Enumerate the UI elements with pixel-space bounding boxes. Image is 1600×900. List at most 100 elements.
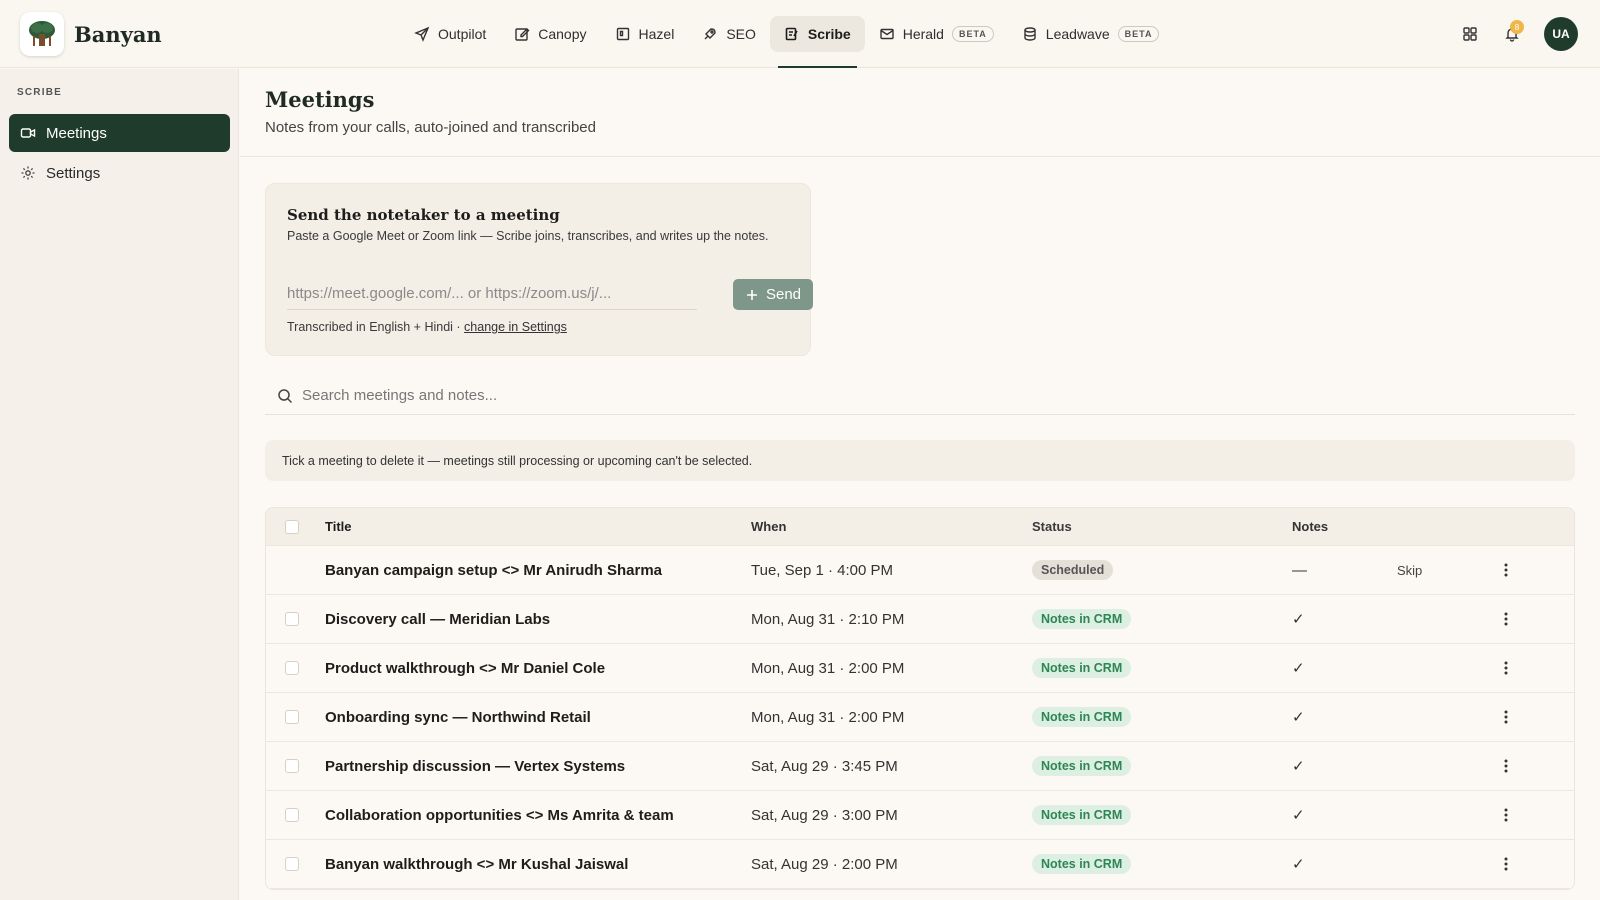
meeting-when: Sat, Aug 29 · 3:00 PM — [751, 806, 898, 824]
language-text: Transcribed in English + Hindi · — [287, 320, 465, 334]
send-icon — [414, 26, 430, 42]
header-when: When — [751, 519, 787, 534]
top-bar: Banyan Outpilot Canopy Hazel SEO Scribe … — [0, 0, 1600, 68]
nav-outpilot[interactable]: Outpilot — [400, 16, 500, 52]
beta-badge: BETA — [951, 26, 994, 42]
notes-indicator: ✓ — [1292, 611, 1305, 628]
row-checkbox[interactable] — [285, 661, 299, 675]
mail-icon — [880, 28, 894, 40]
status-cell: Notes in CRM — [1032, 805, 1132, 825]
sidebar: SCRIBE Meetings Settings — [0, 69, 239, 900]
status-cell: Notes in CRM — [1032, 854, 1132, 874]
note-icon — [785, 27, 798, 41]
sidebar-item-settings[interactable]: Settings — [9, 154, 230, 192]
status-badge: Notes in CRM — [1032, 609, 1132, 629]
meeting-title[interactable]: Partnership discussion — Vertex Systems — [325, 758, 625, 775]
nav-label: Scribe — [807, 26, 851, 42]
brand[interactable]: Banyan — [20, 12, 162, 56]
table-row[interactable]: Onboarding sync — Northwind Retail Mon, A… — [266, 693, 1574, 742]
row-checkbox[interactable] — [285, 808, 299, 822]
row-menu-button[interactable] — [1496, 854, 1516, 874]
meeting-when: Mon, Aug 31 · 2:00 PM — [751, 708, 905, 726]
apps-grid-button[interactable] — [1452, 16, 1488, 52]
page-title: Meetings — [265, 87, 375, 112]
meeting-title[interactable]: Collaboration opportunities <> Ms Amrita… — [325, 807, 674, 824]
table-row[interactable]: Banyan campaign setup <> Mr Anirudh Shar… — [266, 546, 1574, 595]
send-button[interactable]: Send — [733, 279, 813, 310]
gear-icon — [21, 166, 35, 180]
search-bar — [265, 377, 1575, 415]
meeting-link-input[interactable] — [287, 278, 697, 310]
more-vertical-icon — [1504, 661, 1508, 675]
table-row[interactable]: Partnership discussion — Vertex Systems S… — [266, 742, 1574, 791]
row-checkbox[interactable] — [285, 710, 299, 724]
notifications-button[interactable]: 8 — [1494, 16, 1530, 52]
row-checkbox[interactable] — [285, 612, 299, 626]
status-badge: Notes in CRM — [1032, 854, 1132, 874]
nav-label: Canopy — [538, 26, 587, 42]
meeting-title[interactable]: Product walkthrough <> Mr Daniel Cole — [325, 660, 605, 677]
nav-label: Hazel — [638, 26, 675, 42]
meeting-title[interactable]: Banyan campaign setup <> Mr Anirudh Shar… — [325, 562, 662, 579]
row-menu-button[interactable] — [1496, 756, 1516, 776]
select-all-checkbox[interactable] — [285, 519, 299, 534]
plus-icon — [746, 289, 757, 300]
database-icon — [1024, 27, 1036, 41]
sidebar-item-meetings[interactable]: Meetings — [9, 114, 230, 152]
top-right-actions: 8 UA — [1446, 16, 1578, 52]
row-menu-button[interactable] — [1496, 707, 1516, 727]
rocket-icon — [704, 28, 717, 40]
skip-button[interactable]: Skip — [1397, 563, 1422, 578]
meeting-title[interactable]: Discovery call — Meridian Labs — [325, 611, 550, 628]
user-avatar[interactable]: UA — [1544, 17, 1578, 51]
meeting-title[interactable]: Banyan walkthrough <> Mr Kushal Jaiswal — [325, 856, 628, 873]
table-row[interactable]: Collaboration opportunities <> Ms Amrita… — [266, 791, 1574, 840]
table-row[interactable]: Product walkthrough <> Mr Daniel Cole Mon… — [266, 644, 1574, 693]
nav-label: Herald — [902, 26, 944, 42]
meeting-when: Tue, Sep 1 · 4:00 PM — [751, 561, 894, 579]
search-input[interactable] — [302, 387, 1502, 404]
nav-canopy[interactable]: Canopy — [500, 16, 600, 52]
header-status: Status — [1032, 519, 1072, 534]
table-header: Title When Status Notes — [266, 508, 1574, 546]
notes-indicator: ✓ — [1292, 709, 1305, 726]
nav-herald[interactable]: Herald BETA — [865, 16, 1008, 52]
beta-badge: BETA — [1117, 26, 1160, 42]
row-menu-button[interactable] — [1496, 609, 1516, 629]
nav-scribe[interactable]: Scribe — [769, 16, 865, 68]
brand-name: Banyan — [74, 21, 162, 47]
row-checkbox[interactable] — [285, 759, 299, 773]
grid-icon — [1463, 27, 1477, 41]
nav-seo[interactable]: SEO — [688, 16, 770, 52]
notetaker-title: Send the notetaker to a meeting — [287, 206, 560, 224]
table-row[interactable]: Banyan walkthrough <> Mr Kushal Jaiswal S… — [266, 840, 1574, 889]
row-menu-button[interactable] — [1496, 560, 1516, 580]
page-header: Meetings Notes from your calls, auto-joi… — [240, 69, 1600, 157]
search-icon — [278, 388, 293, 403]
status-badge: Notes in CRM — [1032, 658, 1132, 678]
delete-hint: Tick a meeting to delete it — meetings s… — [265, 440, 1575, 481]
status-cell: Notes in CRM — [1032, 609, 1132, 629]
nav-label: Leadwave — [1045, 26, 1110, 42]
notes-indicator: ✓ — [1292, 856, 1305, 873]
row-checkbox[interactable] — [285, 857, 299, 871]
nav-hazel[interactable]: Hazel — [601, 16, 689, 52]
header-title: Title — [325, 519, 352, 534]
row-menu-button[interactable] — [1496, 805, 1516, 825]
notes-indicator: ✓ — [1292, 758, 1305, 775]
meeting-title[interactable]: Onboarding sync — Northwind Retail — [325, 709, 591, 726]
language-note: Transcribed in English + Hindi · change … — [287, 320, 567, 334]
meeting-when: Mon, Aug 31 · 2:00 PM — [751, 659, 905, 677]
video-icon — [20, 128, 36, 138]
more-vertical-icon — [1504, 563, 1508, 577]
notification-count: 8 — [1510, 20, 1524, 34]
change-settings-link[interactable]: change in Settings — [464, 320, 567, 334]
send-label: Send — [765, 286, 802, 303]
nav-leadwave[interactable]: Leadwave BETA — [1008, 16, 1174, 52]
status-badge: Notes in CRM — [1032, 756, 1132, 776]
status-cell: Scheduled — [1032, 560, 1114, 580]
meeting-when: Sat, Aug 29 · 3:45 PM — [751, 757, 898, 775]
row-menu-button[interactable] — [1496, 658, 1516, 678]
page-subtitle: Notes from your calls, auto-joined and t… — [265, 119, 596, 136]
table-row[interactable]: Discovery call — Meridian Labs Mon, Aug 3… — [266, 595, 1574, 644]
